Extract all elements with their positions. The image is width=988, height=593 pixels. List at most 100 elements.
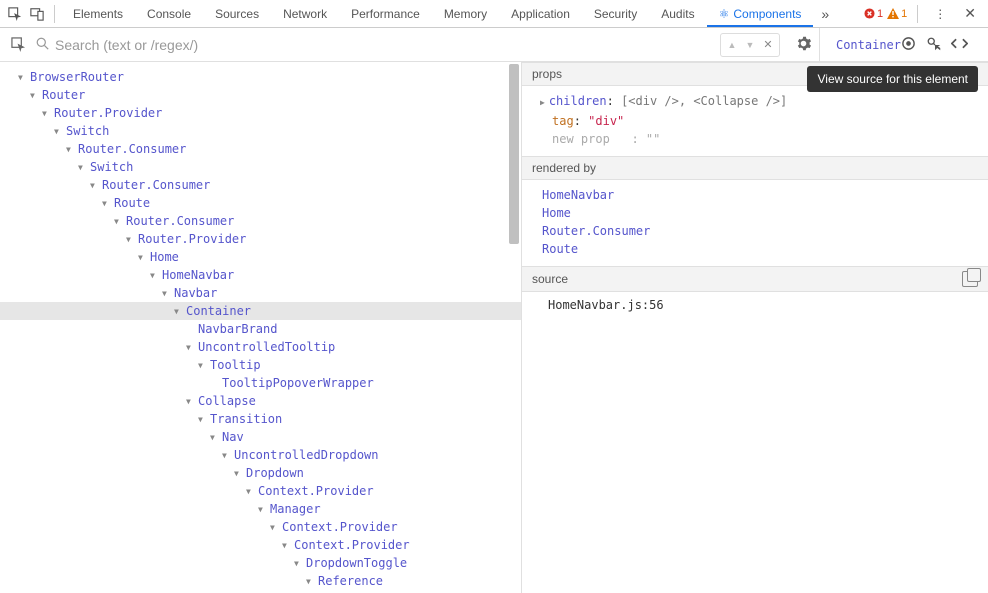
tree-node[interactable]: ▼UncontrolledDropdown bbox=[0, 446, 521, 464]
tree-node[interactable]: ▼DropdownToggle bbox=[0, 554, 521, 572]
tab-elements[interactable]: Elements bbox=[61, 1, 135, 27]
caret-down-icon[interactable]: ▼ bbox=[198, 361, 206, 370]
tree-node[interactable]: ▼Reference bbox=[0, 572, 521, 590]
tab-memory[interactable]: Memory bbox=[432, 1, 499, 27]
tree-node[interactable]: ▼NavbarBrand bbox=[0, 320, 521, 338]
rendered-by-link[interactable]: Home bbox=[542, 204, 978, 222]
error-badge[interactable]: 1 bbox=[864, 8, 883, 20]
tree-node-label: Route bbox=[114, 196, 150, 210]
caret-down-icon[interactable]: ▼ bbox=[198, 415, 206, 424]
tree-node[interactable]: ▼Router.Consumer bbox=[0, 140, 521, 158]
caret-down-icon[interactable]: ▼ bbox=[138, 253, 146, 262]
tree-node[interactable]: ▼Context.Provider bbox=[0, 482, 521, 500]
props-body: ▶children: [<div />, <Collapse />] tag: … bbox=[522, 86, 988, 156]
caret-down-icon[interactable]: ▼ bbox=[210, 433, 218, 442]
caret-down-icon[interactable]: ▼ bbox=[90, 181, 98, 190]
caret-down-icon[interactable]: ▼ bbox=[114, 217, 122, 226]
tree-node[interactable]: ▼Router.Provider bbox=[0, 230, 521, 248]
caret-down-icon[interactable]: ▼ bbox=[270, 523, 278, 532]
tree-node[interactable]: ▼Tooltip bbox=[0, 356, 521, 374]
tab-sources[interactable]: Sources bbox=[203, 1, 271, 27]
tree-node[interactable]: ▼ Dropdown bbox=[0, 464, 521, 482]
caret-down-icon[interactable]: ▼ bbox=[150, 271, 158, 280]
rendered-by-link[interactable]: HomeNavbar bbox=[542, 186, 978, 204]
close-devtools-icon[interactable]: ✕ bbox=[956, 5, 984, 22]
tab-performance[interactable]: Performance bbox=[339, 1, 432, 27]
tree-node[interactable]: ▼Manager bbox=[0, 500, 521, 518]
tree-node[interactable]: ▼Router.Consumer bbox=[0, 176, 521, 194]
source-header: source bbox=[522, 266, 988, 292]
tree-node[interactable]: ▼Switch bbox=[0, 122, 521, 140]
source-location[interactable]: HomeNavbar.js:56 bbox=[548, 298, 664, 312]
tree-node[interactable]: ▼BrowserRouter bbox=[0, 68, 521, 86]
caret-down-icon[interactable]: ▼ bbox=[102, 199, 110, 208]
tree-node[interactable]: ▼Router.Provider bbox=[0, 104, 521, 122]
caret-down-icon[interactable]: ▼ bbox=[78, 163, 86, 172]
caret-down-icon[interactable]: ▼ bbox=[54, 127, 62, 136]
caret-down-icon[interactable]: ▼ bbox=[174, 307, 182, 316]
caret-down-icon[interactable]: ▼ bbox=[282, 541, 290, 550]
caret-down-icon[interactable]: ▼ bbox=[186, 397, 194, 406]
tab-audits[interactable]: Audits bbox=[649, 1, 706, 27]
caret-down-icon[interactable]: ▼ bbox=[246, 487, 254, 496]
caret-down-icon[interactable]: ▼ bbox=[222, 451, 230, 460]
tree-node[interactable]: ▼Navbar bbox=[0, 284, 521, 302]
search-clear-icon[interactable]: ✕ bbox=[759, 36, 777, 54]
caret-down-icon[interactable]: ▼ bbox=[294, 559, 302, 568]
caret-right-icon[interactable]: ▶ bbox=[540, 98, 545, 107]
view-source-icon[interactable] bbox=[951, 37, 968, 53]
tree-node[interactable]: ▼Router.Consumer bbox=[0, 212, 521, 230]
caret-down-icon[interactable]: ▼ bbox=[306, 577, 314, 586]
tree-node[interactable]: ▼Home bbox=[0, 248, 521, 266]
tree-node[interactable]: ▼Context.Provider bbox=[0, 536, 521, 554]
select-element-icon[interactable] bbox=[8, 35, 28, 55]
inspect-matching-dom-icon[interactable] bbox=[926, 36, 941, 54]
caret-down-icon[interactable]: ▼ bbox=[18, 73, 26, 82]
tree-node-label: Nav bbox=[222, 430, 244, 444]
caret-down-icon[interactable]: ▼ bbox=[258, 505, 266, 514]
settings-gear-icon[interactable] bbox=[790, 36, 817, 54]
tree-node[interactable]: ▼ Nav bbox=[0, 428, 521, 446]
caret-down-icon[interactable]: ▼ bbox=[186, 343, 194, 352]
tab-application[interactable]: Application bbox=[499, 1, 582, 27]
tab-components[interactable]: ⚛Components bbox=[707, 1, 814, 27]
caret-down-icon[interactable]: ▼ bbox=[42, 109, 50, 118]
search-up-icon[interactable]: ▲ bbox=[723, 36, 741, 54]
rendered-by-link[interactable]: Router.Consumer bbox=[542, 222, 978, 240]
tab-security[interactable]: Security bbox=[582, 1, 649, 27]
tabs-overflow-button[interactable]: » bbox=[813, 6, 837, 22]
scrollbar[interactable] bbox=[509, 62, 519, 593]
tree-node-label: Context.Provider bbox=[282, 520, 398, 534]
prop-row-children[interactable]: ▶children: [<div />, <Collapse />] bbox=[540, 92, 978, 112]
search-input[interactable] bbox=[55, 37, 355, 53]
tree-node-label: UncontrolledTooltip bbox=[198, 340, 335, 354]
tree-node[interactable]: ▼Collapse bbox=[0, 392, 521, 410]
caret-down-icon[interactable]: ▼ bbox=[66, 145, 74, 154]
suspend-icon[interactable] bbox=[901, 36, 916, 54]
caret-down-icon[interactable]: ▼ bbox=[126, 235, 134, 244]
caret-down-icon[interactable]: ▼ bbox=[30, 91, 38, 100]
tree-node[interactable]: ▼Transition bbox=[0, 410, 521, 428]
tree-node[interactable]: ▼ UncontrolledTooltip bbox=[0, 338, 521, 356]
tree-node[interactable]: ▼Router bbox=[0, 86, 521, 104]
tree-node-label: Dropdown bbox=[246, 466, 304, 480]
prop-row-tag[interactable]: tag: "div" bbox=[540, 112, 978, 130]
caret-down-icon[interactable]: ▼ bbox=[162, 289, 170, 298]
tree-node[interactable]: ▼HomeNavbar bbox=[0, 266, 521, 284]
kebab-menu-icon[interactable]: ⋮ bbox=[928, 7, 952, 21]
tree-node[interactable]: ▼Switch bbox=[0, 158, 521, 176]
copy-icon[interactable] bbox=[962, 271, 978, 287]
tree-node[interactable]: ▼Container bbox=[0, 302, 521, 320]
search-down-icon[interactable]: ▼ bbox=[741, 36, 759, 54]
tab-network[interactable]: Network bbox=[271, 1, 339, 27]
tree-node[interactable]: ▼ Context.Provider bbox=[0, 518, 521, 536]
prop-row-new[interactable]: new prop : "" bbox=[540, 130, 978, 148]
inspect-element-icon[interactable] bbox=[4, 3, 26, 25]
warning-badge[interactable]: 1 bbox=[887, 8, 907, 20]
tree-node[interactable]: ▼TooltipPopoverWrapper bbox=[0, 374, 521, 392]
tab-console[interactable]: Console bbox=[135, 1, 203, 27]
caret-down-icon[interactable]: ▼ bbox=[234, 469, 242, 478]
tree-node[interactable]: ▼ Route bbox=[0, 194, 521, 212]
rendered-by-link[interactable]: Route bbox=[542, 240, 978, 258]
device-toggle-icon[interactable] bbox=[26, 3, 48, 25]
